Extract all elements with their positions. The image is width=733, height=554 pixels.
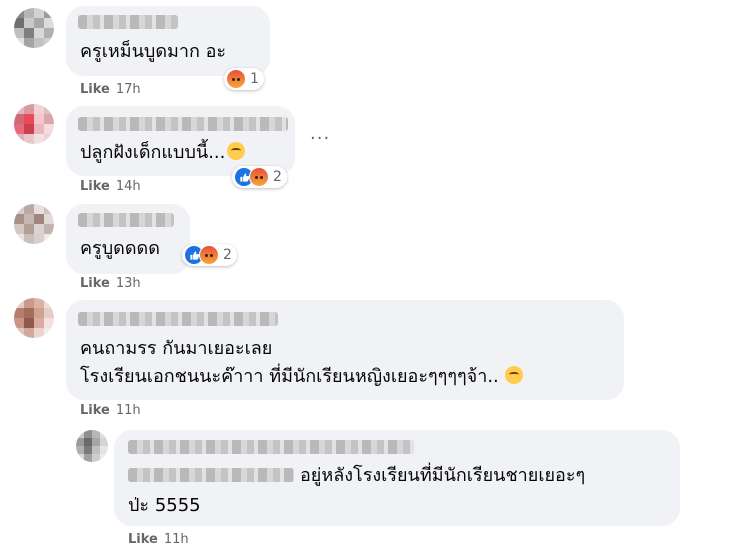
reply-author-name[interactable] (128, 440, 414, 454)
comment-text: ครูบูดดดด (80, 238, 160, 259)
reply-avatar[interactable] (76, 430, 108, 462)
commenter-name[interactable] (78, 213, 174, 227)
comment-meta: Like 11h (80, 403, 141, 418)
like-link[interactable]: Like (80, 403, 110, 418)
comment-text-line: โรงเรียนเอกชนนะค๊าาา ที่มีนักเรียนหญิงเย… (80, 366, 499, 387)
comment-time[interactable]: 14h (116, 179, 141, 194)
comment-text: โรงเรียนเอกชนนะค๊าาา ที่มีนักเรียนหญิงเย… (80, 363, 523, 391)
rolling-eyes-emoji-icon (504, 366, 523, 384)
comment-meta: Like 13h (80, 276, 141, 291)
reaction-count: 2 (273, 169, 282, 185)
angry-reaction-icon (199, 245, 219, 265)
comment-meta: Like 17h (80, 82, 141, 97)
comment-text: ปลูกฝังเด็กแบบนี้... (80, 139, 246, 167)
comment-text-line: คนถามรร กันมาเยอะเลย (80, 338, 273, 359)
reaction-count: 2 (223, 247, 232, 263)
commenter-avatar[interactable] (14, 204, 54, 244)
comment-text: ครูเหม็นบูดมาก อะ (80, 41, 227, 62)
commenter-avatar[interactable] (14, 8, 54, 48)
comment-time[interactable]: 13h (116, 276, 141, 291)
commenter-name[interactable] (78, 117, 288, 131)
reply-mentioned-name[interactable] (128, 468, 294, 482)
commenter-name[interactable] (78, 312, 278, 326)
rolling-eyes-emoji-icon (227, 142, 246, 160)
reply-time[interactable]: 11h (164, 532, 189, 547)
comment-options-button[interactable]: ··· (310, 128, 330, 149)
like-link[interactable]: Like (128, 532, 158, 547)
reply-meta: Like 11h (128, 532, 189, 547)
commenter-avatar[interactable] (14, 298, 54, 338)
reaction-count: 1 (250, 71, 259, 87)
reaction-summary[interactable]: 2 (232, 166, 287, 188)
like-link[interactable]: Like (80, 276, 110, 291)
comment-meta: Like 14h (80, 179, 141, 194)
angry-reaction-icon (226, 69, 246, 89)
reaction-summary[interactable]: 2 (182, 244, 237, 266)
reply-text-line: ป่ะ 5555 (128, 495, 201, 516)
like-link[interactable]: Like (80, 82, 110, 97)
commenter-name[interactable] (78, 15, 178, 29)
commenter-avatar[interactable] (14, 104, 54, 144)
comment-text-line: ปลูกฝังเด็กแบบนี้... (80, 142, 226, 163)
like-link[interactable]: Like (80, 179, 110, 194)
reaction-summary[interactable]: 1 (224, 68, 264, 90)
reply-text-line: อยู่หลังโรงเรียนที่มีนักเรียนชายเยอะๆ (300, 465, 586, 486)
angry-reaction-icon (249, 167, 269, 187)
comment-time[interactable]: 11h (116, 403, 141, 418)
comment-time[interactable]: 17h (116, 82, 141, 97)
